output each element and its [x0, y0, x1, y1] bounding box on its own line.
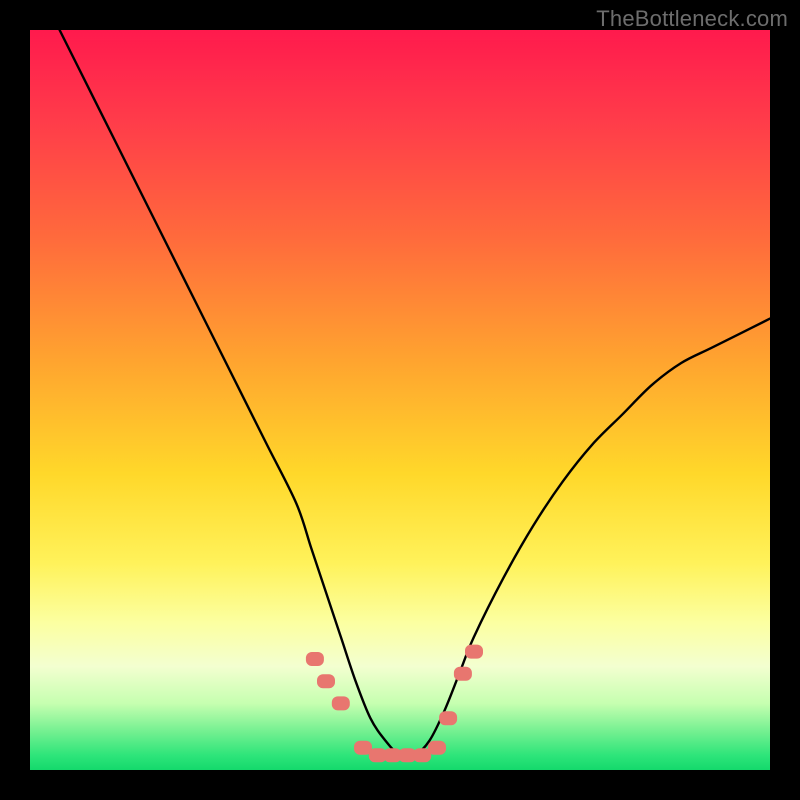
chart-svg [30, 30, 770, 770]
curve-marker [439, 711, 457, 725]
curve-markers [306, 645, 483, 763]
bottleneck-curve [60, 30, 770, 757]
curve-marker [454, 667, 472, 681]
curve-marker [332, 696, 350, 710]
chart-frame: TheBottleneck.com [0, 0, 800, 800]
curve-marker [317, 674, 335, 688]
plot-area [30, 30, 770, 770]
watermark-text: TheBottleneck.com [596, 6, 788, 32]
curve-marker [465, 645, 483, 659]
curve-marker [428, 741, 446, 755]
curve-marker [306, 652, 324, 666]
